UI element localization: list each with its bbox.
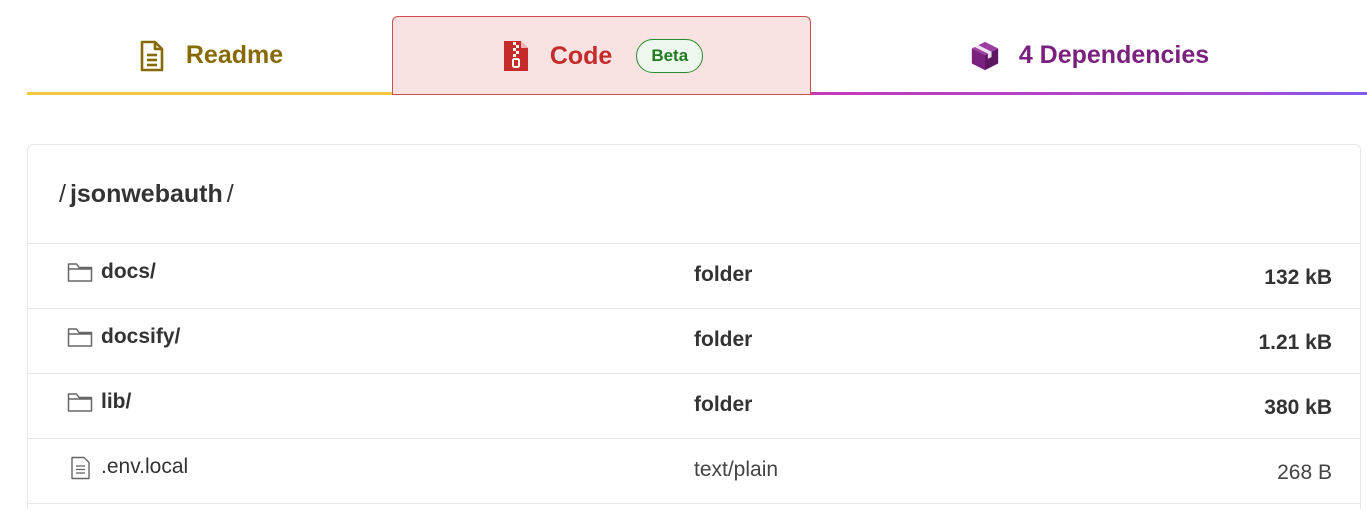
file-size: 268 B xyxy=(1277,461,1332,484)
breadcrumb-folder[interactable]: jsonwebauth xyxy=(70,180,223,209)
breadcrumb-trailing-separator: / xyxy=(226,179,234,208)
table-row[interactable]: docs/ folder 132 kB xyxy=(28,244,1360,309)
file-name-cell: .env.local xyxy=(67,455,188,480)
tab-code-label: Code xyxy=(549,41,613,70)
file-type: folder xyxy=(694,328,753,351)
tab-code[interactable]: Code Beta xyxy=(392,16,811,95)
file-name-cell: docsify/ xyxy=(67,325,180,349)
document-icon xyxy=(136,40,168,72)
beta-badge: Beta xyxy=(636,39,704,73)
file-type: folder xyxy=(694,393,753,416)
breadcrumb: / jsonwebauth / xyxy=(28,145,1360,244)
folder-icon xyxy=(67,391,93,413)
file-size: 132 kB xyxy=(1264,266,1332,289)
file-name-cell: docs/ xyxy=(67,260,156,284)
table-row[interactable]: docsify/ folder 1.21 kB xyxy=(28,309,1360,374)
file-name-link[interactable]: docs/ xyxy=(101,260,156,284)
folder-icon xyxy=(67,261,93,283)
file-browser: / jsonwebauth / docs/ folder 132 kB docs… xyxy=(27,144,1361,509)
file-size: 1.21 kB xyxy=(1258,331,1332,354)
file-icon xyxy=(67,456,93,480)
folder-icon xyxy=(67,326,93,348)
file-type: text/plain xyxy=(694,458,779,481)
tab-readme-label: Readme xyxy=(185,41,284,69)
breadcrumb-root-separator: / xyxy=(59,179,66,208)
package-tabs: Readme Code Beta 4 Dependencies xyxy=(27,16,1367,95)
file-type: folder xyxy=(694,263,753,286)
tab-dependencies[interactable]: 4 Dependencies xyxy=(811,16,1367,95)
file-name-link[interactable]: lib/ xyxy=(101,390,131,414)
zip-file-icon xyxy=(500,40,532,72)
file-name-link[interactable]: docsify/ xyxy=(101,325,180,349)
table-row[interactable]: lib/ folder 380 kB xyxy=(28,374,1360,439)
file-name-link[interactable]: .env.local xyxy=(101,455,188,479)
tab-dependencies-label: 4 Dependencies xyxy=(1018,41,1210,69)
table-row[interactable]: .env.local text/plain 268 B xyxy=(28,439,1360,504)
file-size: 380 kB xyxy=(1264,396,1332,419)
package-box-icon xyxy=(969,40,1001,72)
tab-readme[interactable]: Readme xyxy=(27,16,392,95)
file-name-cell: lib/ xyxy=(67,390,131,414)
